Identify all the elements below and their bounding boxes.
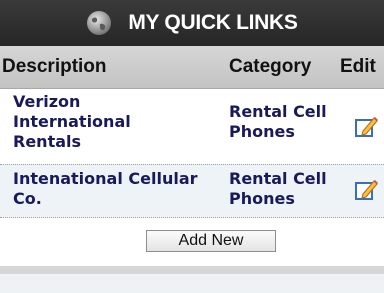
column-header-category[interactable]: Category bbox=[229, 56, 311, 78]
category-line: Rental Cell bbox=[229, 102, 327, 121]
panel-header: MY QUICK LINKS bbox=[0, 0, 384, 46]
link-row: Intenational Cellular Co. Rental Cell Ph… bbox=[0, 164, 384, 218]
link-category: Rental Cell Phones bbox=[229, 169, 359, 209]
link-description[interactable]: Intenational Cellular Co. bbox=[13, 169, 223, 209]
quick-links-panel: MY QUICK LINKS Description Category Edit… bbox=[0, 0, 384, 293]
category-line: Rental Cell bbox=[229, 169, 327, 188]
footer-divider bbox=[0, 266, 384, 274]
link-description[interactable]: Verizon International Rentals bbox=[13, 92, 223, 152]
panel-title: MY QUICK LINKS bbox=[128, 11, 298, 34]
category-line: Phones bbox=[229, 122, 295, 141]
column-header-row: Description Category Edit bbox=[0, 46, 384, 89]
description-line: Co. bbox=[13, 189, 42, 208]
globe-icon bbox=[87, 11, 112, 35]
add-new-button[interactable]: Add New bbox=[146, 230, 276, 252]
description-line: Intenational Cellular bbox=[13, 169, 198, 188]
footer-area bbox=[0, 274, 384, 293]
edit-pencil-icon[interactable] bbox=[354, 114, 380, 140]
link-category: Rental Cell Phones bbox=[229, 102, 359, 142]
category-line: Phones bbox=[229, 189, 295, 208]
description-line: Verizon bbox=[13, 92, 81, 111]
description-line: Rentals bbox=[13, 132, 82, 151]
column-header-edit: Edit bbox=[340, 56, 376, 77]
description-line: International bbox=[13, 112, 131, 131]
link-row: Verizon International Rentals Rental Cel… bbox=[0, 92, 384, 160]
edit-pencil-icon[interactable] bbox=[354, 177, 380, 203]
column-header-description[interactable]: Description bbox=[2, 56, 107, 78]
